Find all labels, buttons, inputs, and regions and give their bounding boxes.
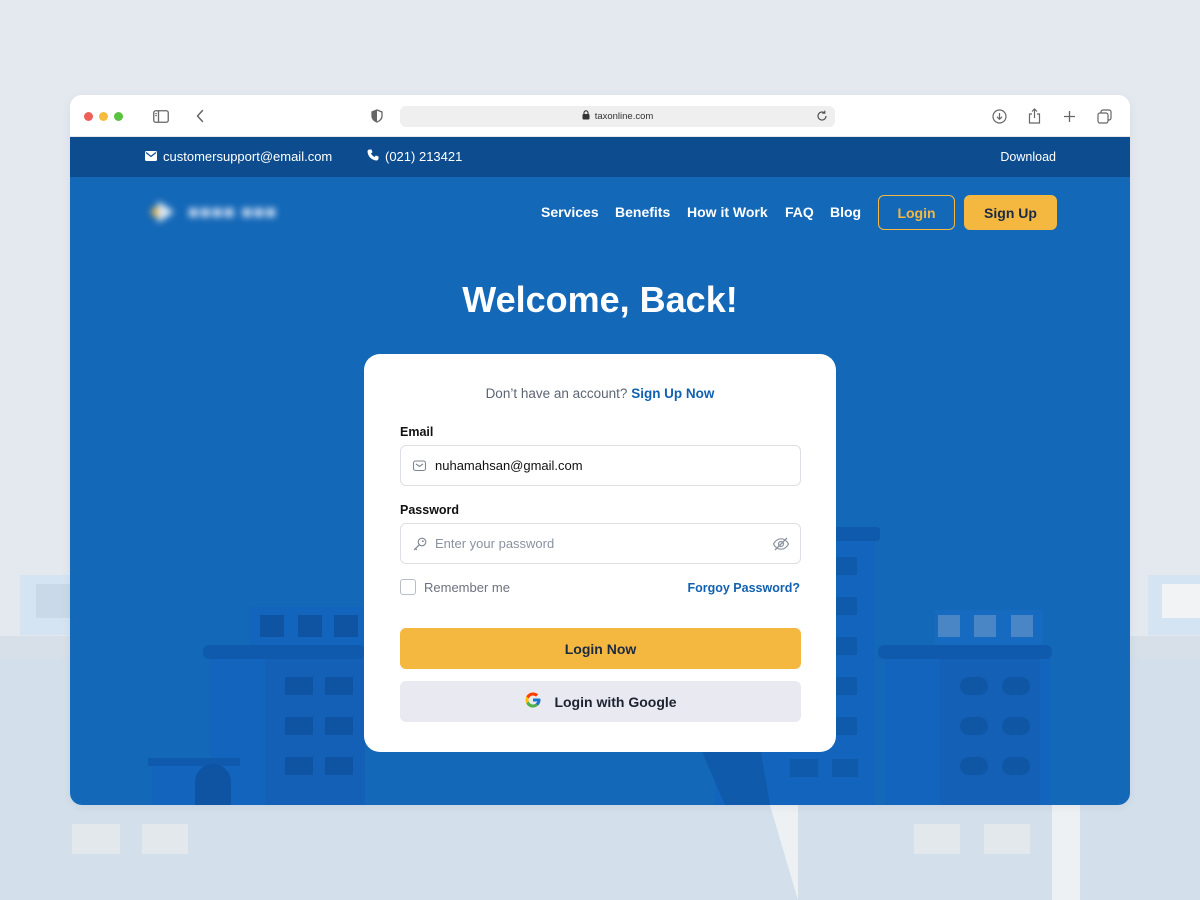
logo-mark-icon — [148, 199, 178, 225]
phone-icon — [367, 149, 379, 164]
header-login-button[interactable]: Login — [878, 195, 955, 230]
email-field-wrapper — [400, 445, 801, 486]
browser-window: taxonline.com customersupport@email.com … — [70, 95, 1130, 805]
close-window-button[interactable] — [84, 112, 93, 121]
nav-benefits[interactable]: Benefits — [615, 204, 670, 220]
lock-icon — [582, 110, 590, 123]
share-icon[interactable] — [1025, 107, 1043, 125]
login-now-button[interactable]: Login Now — [400, 628, 801, 669]
reload-icon[interactable] — [815, 109, 829, 123]
nav-faq[interactable]: FAQ — [785, 204, 814, 220]
email-input[interactable] — [435, 446, 755, 485]
mail-icon — [145, 149, 157, 164]
signup-prompt-text: Don’t have an account? — [485, 386, 628, 401]
logo-text: ■■■■ ■■■ — [188, 201, 278, 222]
support-email[interactable]: customersupport@email.com — [145, 149, 332, 164]
maximize-window-button[interactable] — [114, 112, 123, 121]
sidebar-icon[interactable] — [152, 107, 170, 125]
download-icon[interactable] — [990, 107, 1008, 125]
nav-how-it-work[interactable]: How it Work — [687, 204, 768, 220]
website-viewport: customersupport@email.com (021) 213421 D… — [70, 137, 1130, 805]
shield-icon[interactable] — [368, 107, 386, 125]
password-label: Password — [400, 503, 460, 517]
password-input[interactable] — [435, 524, 755, 563]
nav-blog[interactable]: Blog — [830, 204, 861, 220]
login-with-google-label: Login with Google — [554, 693, 677, 710]
page-title: Welcome, Back! — [462, 279, 738, 320]
support-email-text: customersupport@email.com — [163, 149, 333, 164]
remember-me: Remember me — [400, 579, 510, 595]
contact-topbar: customersupport@email.com (021) 213421 D… — [70, 137, 1130, 177]
browser-toolbar: taxonline.com — [70, 95, 1130, 137]
signup-prompt: Don’t have an account? Sign Up Now — [364, 386, 836, 401]
header-signup-button[interactable]: Sign Up — [964, 195, 1057, 230]
key-icon — [412, 536, 428, 552]
support-phone-text: (021) 213421 — [385, 149, 463, 164]
password-field-wrapper — [400, 523, 801, 564]
login-card: Don’t have an account? Sign Up Now Email… — [364, 354, 836, 752]
login-with-google-button[interactable]: Login with Google — [400, 681, 801, 722]
mail-icon — [412, 458, 428, 474]
site-logo[interactable]: ■■■■ ■■■ — [148, 199, 277, 225]
tabs-icon[interactable] — [1095, 107, 1113, 125]
nav-services[interactable]: Services — [541, 204, 599, 220]
address-bar-url: taxonline.com — [594, 111, 654, 122]
remember-me-label[interactable]: Remember me — [424, 580, 510, 595]
address-bar[interactable]: taxonline.com — [400, 106, 835, 127]
minimize-window-button[interactable] — [99, 112, 108, 121]
chevron-left-icon[interactable] — [191, 107, 209, 125]
download-link[interactable]: Download — [1000, 150, 1056, 164]
email-label: Email — [400, 425, 434, 439]
google-icon — [524, 691, 542, 712]
signup-now-link[interactable]: Sign Up Now — [631, 386, 714, 401]
support-phone[interactable]: (021) 213421 — [367, 149, 462, 164]
remember-me-checkbox[interactable] — [400, 579, 416, 595]
forgot-password-link[interactable]: Forgoy Password? — [687, 581, 800, 595]
eye-off-icon[interactable] — [772, 535, 790, 553]
plus-icon[interactable] — [1060, 107, 1078, 125]
